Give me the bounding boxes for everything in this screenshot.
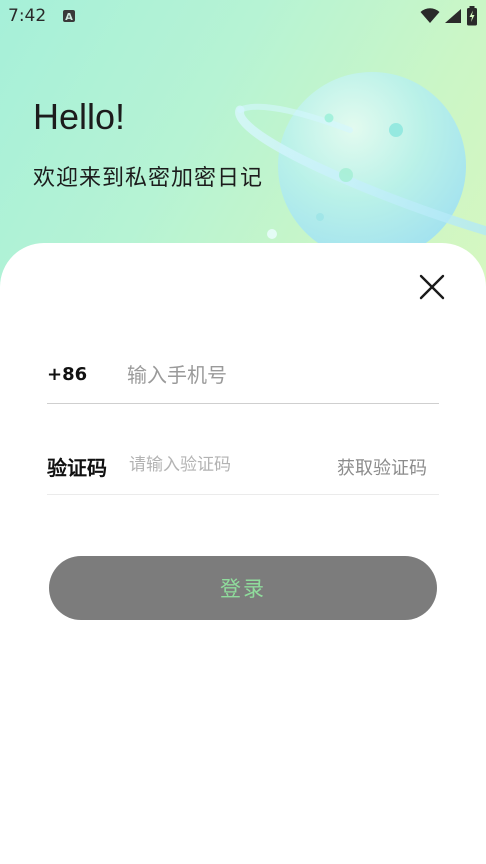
phone-number-row: +86 xyxy=(47,348,439,404)
verification-code-input[interactable] xyxy=(129,450,319,480)
phone-number-input[interactable] xyxy=(127,358,427,392)
close-button[interactable] xyxy=(414,269,450,305)
status-icons xyxy=(420,6,478,26)
svg-text:A: A xyxy=(65,12,73,23)
verification-code-label: 验证码 xyxy=(47,456,107,480)
get-verification-code-button[interactable]: 获取验证码 xyxy=(337,454,427,480)
status-time: 7:42 xyxy=(8,6,47,26)
planet-illustration xyxy=(235,72,486,260)
greeting-title: Hello! xyxy=(33,96,126,137)
close-icon xyxy=(419,274,445,300)
welcome-subtitle: 欢迎来到私密加密日记 xyxy=(33,166,264,191)
status-bar: 7:42 A xyxy=(0,0,486,34)
notification-a-icon: A xyxy=(63,10,75,23)
wifi-icon xyxy=(420,8,440,23)
verification-code-row: 验证码 获取验证码 xyxy=(47,440,439,495)
battery-charging-icon xyxy=(467,6,477,26)
country-code[interactable]: +86 xyxy=(47,364,87,385)
login-card xyxy=(0,243,486,864)
login-button[interactable]: 登录 xyxy=(49,556,437,620)
signal-icon xyxy=(445,9,461,23)
